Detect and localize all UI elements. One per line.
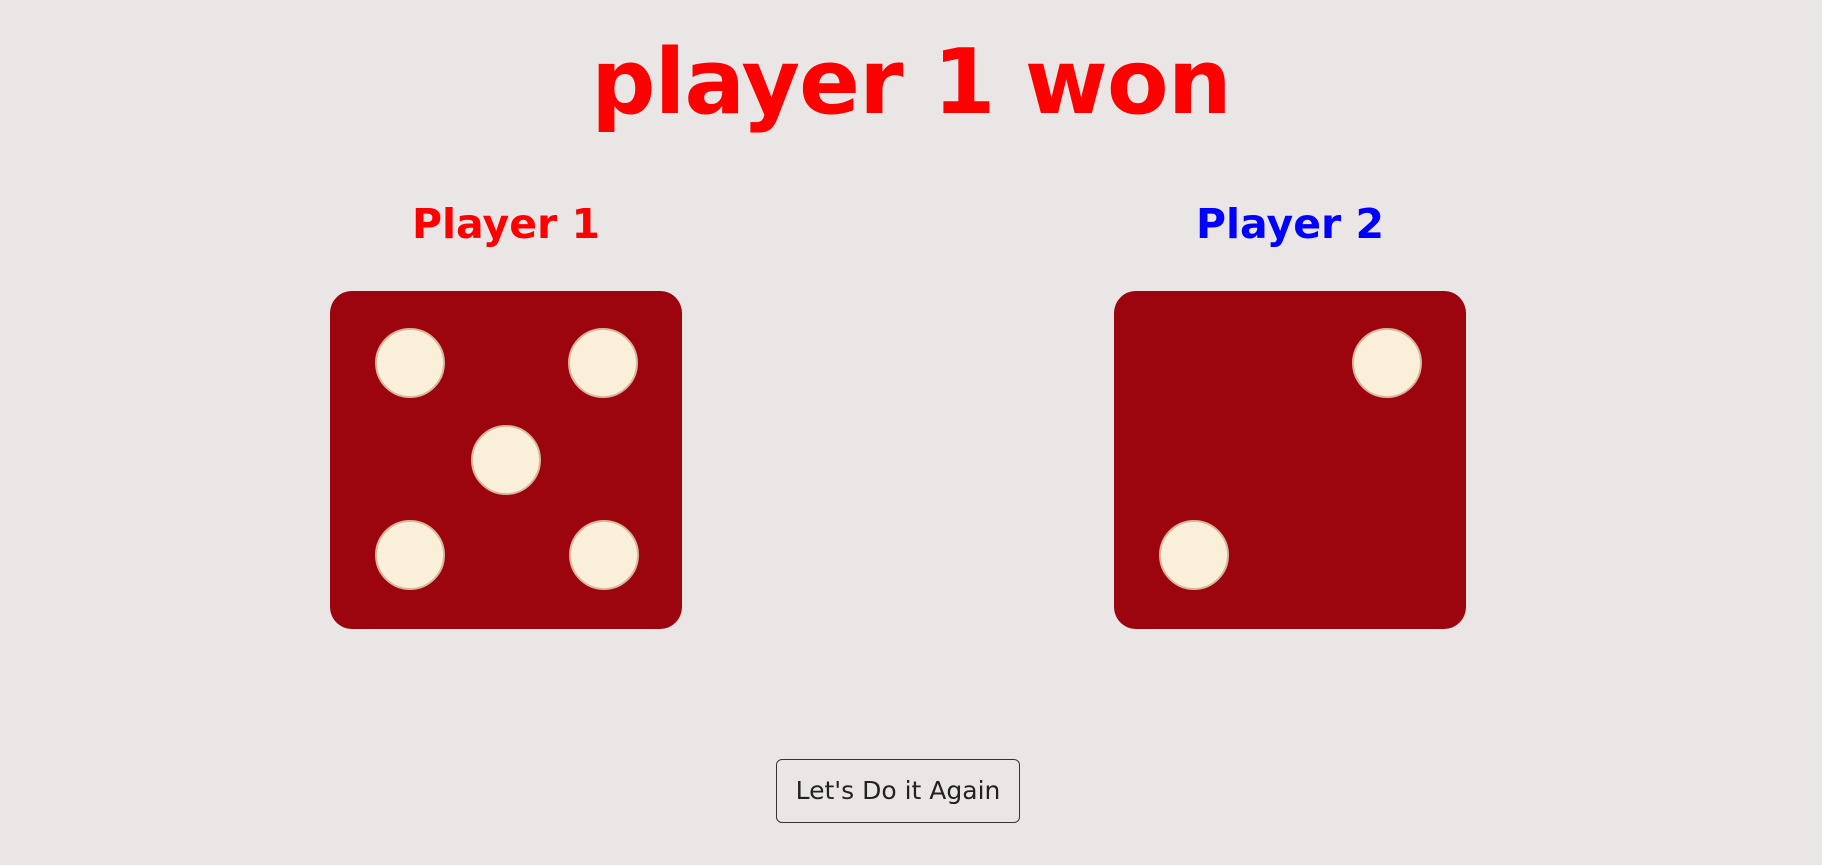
die-pip — [1352, 328, 1422, 398]
play-again-button[interactable]: Let's Do it Again — [776, 759, 1020, 823]
player-2-label: Player 2 — [1195, 200, 1385, 248]
player-1-label: Player 1 — [411, 200, 601, 248]
player-1-die — [330, 291, 682, 629]
die-pip — [568, 328, 638, 398]
die-pip — [471, 425, 541, 495]
player-2-die — [1114, 291, 1466, 629]
die-pip — [375, 328, 445, 398]
result-title: player 1 won — [591, 30, 1232, 135]
die-pip — [375, 520, 445, 590]
die-pip — [569, 520, 639, 590]
die-pip — [1159, 520, 1229, 590]
